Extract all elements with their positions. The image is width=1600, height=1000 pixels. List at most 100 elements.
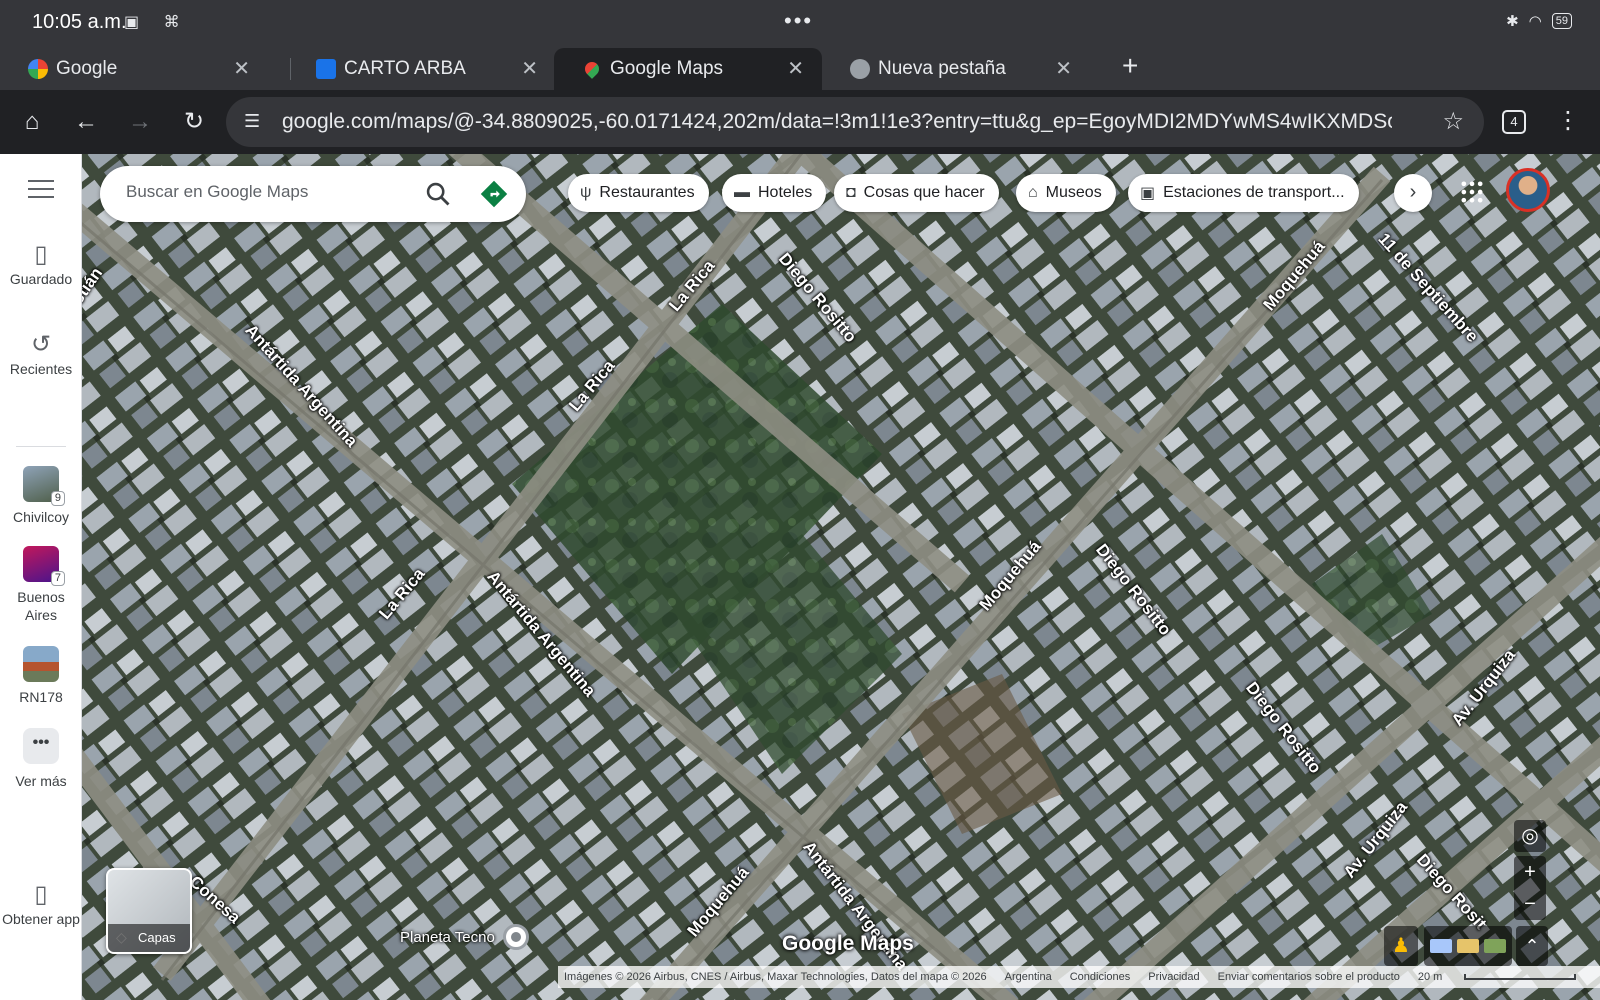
camera-icon: ◘ [846, 184, 856, 201]
bookmark-star-icon[interactable]: ☆ [1442, 107, 1464, 136]
account-avatar[interactable] [1506, 168, 1550, 212]
poi-marker[interactable]: Planeta Tecno [400, 924, 529, 950]
battery-level: 59 [1551, 13, 1572, 29]
scale-label: 20 m [1417, 971, 1443, 983]
chip-restaurantes[interactable]: ψ Restaurantes [568, 174, 709, 212]
tab-title: Google Maps [610, 58, 724, 79]
sidebar-item-recents[interactable]: ↺ Recientes [0, 331, 82, 378]
chip-label: Museos [1045, 184, 1102, 201]
terrain-thumb[interactable] [1456, 939, 1479, 953]
bed-icon: ▬ [734, 184, 750, 201]
map-type-thumbnails[interactable] [1424, 926, 1512, 966]
footer-link-country[interactable]: Argentina [1005, 971, 1052, 983]
map-thumb[interactable] [1430, 939, 1453, 953]
fork-knife-icon: ψ [580, 184, 592, 201]
status-time: 10:05 a.m. [32, 11, 127, 33]
more-dots-icon[interactable]: ••• [784, 8, 813, 34]
status-bar: 10:05 a.m. ▣ ⌘ ••• ✱ ◠ 59 [0, 0, 1600, 46]
sidebar-item-label: Chivilcoy [12, 509, 69, 525]
tab-nueva-pestana[interactable]: Nueva pestaña ✕ [822, 48, 1090, 90]
zoom-in-icon[interactable]: + [1514, 856, 1546, 888]
hamburger-menu-icon[interactable] [28, 180, 54, 200]
sidebar-item-label: Recientes [9, 361, 73, 377]
tab-title: Nueva pestaña [878, 58, 1006, 79]
chip-label: Hoteles [758, 184, 813, 201]
tab-carto-arba[interactable]: CARTO ARBA ✕ [288, 48, 556, 90]
bluetooth-icon: ✱ [1506, 13, 1519, 30]
directions-icon[interactable] [480, 180, 508, 208]
layers-label: Capas [108, 924, 190, 952]
close-icon[interactable]: ✕ [787, 56, 804, 81]
system-tray: ✱ ◠ 59 [1506, 12, 1572, 30]
poi-label: Planeta Tecno [400, 928, 495, 946]
place-thumbnail: 9 [23, 466, 65, 506]
new-tab-plus-icon[interactable]: + [1122, 50, 1138, 82]
sidebar-item-label: Guardado [9, 271, 73, 287]
google-maps-watermark: Google Maps [782, 932, 914, 955]
chip-label: Restaurantes [599, 184, 695, 201]
tab-switcher-button[interactable]: 4 [1502, 110, 1526, 134]
street-view-pegman-icon[interactable]: ♟ [1384, 926, 1418, 966]
close-icon[interactable]: ✕ [521, 56, 538, 81]
poi-pin-icon [502, 924, 529, 950]
train-icon: ▣ [1140, 185, 1156, 202]
browser-toolbar: ⌂ ← → ↻ ☰ google.com/maps/@-34.8809025,-… [0, 90, 1600, 154]
sidebar-item-more[interactable]: ••• Ver más [0, 728, 82, 790]
scale-indicator[interactable]: 20 m [1418, 971, 1594, 983]
zoom-out-icon[interactable]: − [1514, 888, 1546, 920]
site-settings-icon[interactable]: ☰ [244, 111, 260, 132]
address-bar[interactable]: ☰ google.com/maps/@-34.8809025,-60.01714… [226, 97, 1484, 147]
chrome-favicon-icon [850, 59, 870, 79]
forward-arrow-icon[interactable]: → [126, 108, 154, 136]
my-location-icon[interactable]: ◎ [1514, 820, 1546, 852]
tab-google-maps[interactable]: Google Maps ✕ [554, 48, 822, 90]
chip-hoteles[interactable]: ▬ Hoteles [722, 174, 827, 212]
tab-strip: Google ✕ CARTO ARBA ✕ Google Maps ✕ Nuev… [0, 46, 1600, 90]
back-arrow-icon[interactable]: ← [72, 108, 100, 136]
scale-bar [1464, 974, 1577, 981]
museum-icon: ⌂ [1028, 184, 1038, 201]
chips-next-chevron-icon[interactable]: › [1394, 174, 1432, 212]
reload-icon[interactable]: ↻ [180, 108, 208, 136]
more-horizontal-icon: ••• [23, 728, 59, 764]
layers-button[interactable]: ◇ Capas [106, 868, 192, 954]
history-icon: ↺ [30, 331, 52, 358]
google-apps-grid-icon[interactable] [1458, 178, 1486, 206]
sidebar-item-rn178[interactable]: RN178 [0, 646, 82, 706]
satellite-map[interactable]: bastián Antártida Argentina La Rica Dieg… [82, 154, 1600, 1000]
notification-icons: ▣ ⌘ [124, 14, 190, 31]
search-icon[interactable] [424, 180, 452, 208]
sidebar-item-get-app[interactable]: ▯ Obtener app [0, 881, 82, 928]
sidebar-item-chivilcoy[interactable]: 9 Chivilcoy [0, 466, 82, 526]
sidebar-item-label: Ver más [15, 773, 67, 789]
expand-chevron-icon[interactable]: ⌃ [1516, 926, 1548, 966]
footer-link-feedback[interactable]: Enviar comentarios sobre el producto [1218, 971, 1400, 983]
chip-estaciones[interactable]: ▣ Estaciones de transport... [1128, 174, 1359, 212]
sidebar-item-label: RN178 [19, 689, 63, 705]
satellite-thumb[interactable] [1483, 939, 1506, 953]
phone-icon: ▯ [34, 881, 48, 908]
google-favicon-icon [28, 59, 48, 79]
sidebar-item-buenos-aires[interactable]: 7 Buenos Aires [0, 546, 82, 624]
chip-cosas-que-hacer[interactable]: ◘ Cosas que hacer [834, 174, 999, 212]
search-input[interactable] [126, 182, 416, 202]
footer-link-privacy[interactable]: Privacidad [1148, 971, 1199, 983]
chip-museos[interactable]: ⌂ Museos [1016, 174, 1116, 212]
home-icon[interactable]: ⌂ [18, 108, 46, 136]
sidebar-item-saved[interactable]: ▯ Guardado [0, 243, 82, 288]
tab-google[interactable]: Google ✕ [0, 48, 268, 90]
maps-sidebar: ▯ Guardado ↺ Recientes 9 Chivilcoy 7 Bue… [0, 154, 82, 1000]
kebab-menu-icon[interactable]: ⋮ [1556, 106, 1580, 135]
sidebar-item-label: Buenos Aires [17, 589, 65, 623]
maps-search-box[interactable] [100, 166, 526, 222]
collection-count-badge: 7 [50, 571, 65, 586]
sidebar-divider [16, 446, 66, 447]
collection-count-badge: 9 [50, 491, 65, 506]
close-icon[interactable]: ✕ [1055, 56, 1072, 81]
footer-link-terms[interactable]: Condiciones [1070, 971, 1131, 983]
url-text[interactable]: google.com/maps/@-34.8809025,-60.0171424… [282, 110, 1392, 134]
map-footer: Imágenes © 2026 Airbus, CNES / Airbus, M… [558, 966, 1600, 988]
tab-title: Google [56, 58, 118, 79]
arba-favicon-icon [316, 59, 336, 79]
close-icon[interactable]: ✕ [233, 56, 250, 81]
